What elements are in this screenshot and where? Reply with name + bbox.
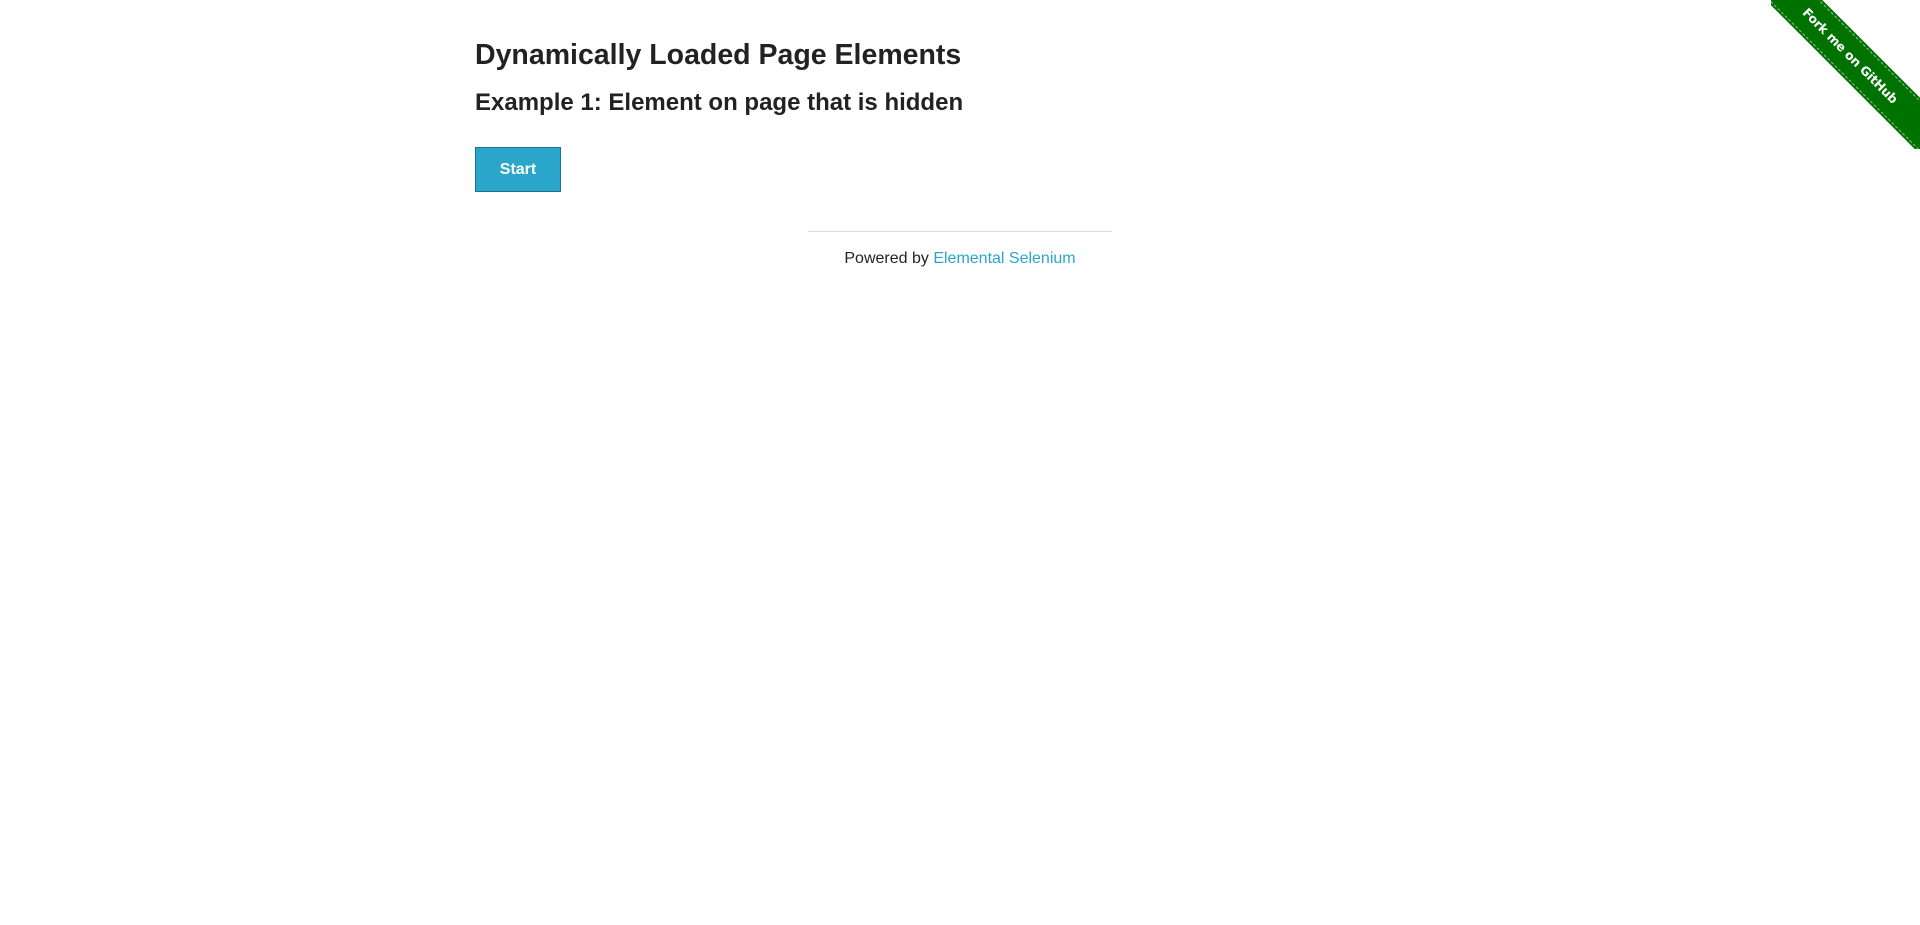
start-button[interactable]: Start	[475, 147, 561, 192]
footer-prefix: Powered by	[844, 250, 934, 267]
page-title: Dynamically Loaded Page Elements	[475, 39, 962, 71]
elemental-selenium-link[interactable]: Elemental Selenium	[933, 250, 1075, 267]
fork-me-on-github-ribbon[interactable]: Fork me on GitHub	[1771, 0, 1920, 149]
github-ribbon-container: Fork me on GitHub	[1771, 0, 1920, 149]
footer-divider	[808, 231, 1112, 232]
example-heading: Example 1: Element on page that is hidde…	[475, 89, 964, 116]
footer: Powered by Elemental Selenium	[808, 249, 1112, 269]
page: Dynamically Loaded Page Elements Example…	[0, 0, 1920, 925]
